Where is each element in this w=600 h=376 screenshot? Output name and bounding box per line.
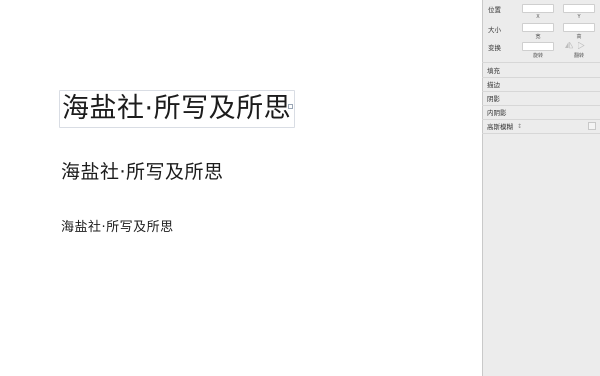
position-x-field[interactable] — [522, 4, 554, 13]
position-label: 位置 — [488, 6, 501, 14]
flip-horizontal-icon[interactable] — [565, 41, 573, 49]
position-y-caption: Y — [577, 14, 581, 20]
size-label: 大小 — [488, 26, 501, 34]
chevron-updown-icon[interactable]: ↕ — [517, 123, 522, 130]
position-y-field[interactable] — [563, 4, 595, 13]
section-inner-shadow[interactable]: 内阴影 — [482, 106, 600, 118]
section-shadow-label: 阴影 — [487, 95, 500, 103]
flip-caption: 翻转 — [573, 53, 584, 59]
text-layer-small[interactable]: 海盐社·所写及所思 — [61, 219, 174, 237]
height-field[interactable] — [563, 23, 595, 32]
resize-handle[interactable] — [288, 104, 293, 109]
text-layer-large-selected[interactable]: 海盐社·所写及所思 — [59, 90, 296, 128]
section-stroke[interactable]: 描边 — [482, 78, 600, 90]
position-x-caption: X — [536, 14, 540, 20]
height-caption: 高 — [576, 34, 582, 40]
width-field[interactable] — [522, 23, 554, 32]
blur-toggle-checkbox[interactable] — [588, 122, 596, 130]
divider — [482, 133, 600, 134]
section-fill[interactable]: 填充 — [482, 64, 600, 76]
section-inner-shadow-label: 内阴影 — [487, 109, 507, 117]
rotate-field[interactable] — [522, 42, 554, 51]
section-stroke-label: 描边 — [487, 81, 500, 89]
width-caption: 宽 — [535, 34, 541, 40]
text-layer-medium[interactable]: 海盐社·所写及所思 — [61, 159, 224, 185]
transform-label: 变换 — [488, 44, 501, 52]
app-window: 海盐社·所写及所思 海盐社·所写及所思 海盐社·所写及所思 位置 大小 变换 X… — [0, 0, 600, 376]
divider — [482, 62, 600, 63]
rotate-caption: 旋转 — [532, 53, 543, 59]
section-gaussian-blur-label: 高斯模糊 — [487, 123, 513, 131]
section-shadow[interactable]: 阴影 — [482, 92, 600, 104]
section-gaussian-blur[interactable]: 高斯模糊 ↕ — [482, 120, 600, 132]
flip-buttons — [565, 41, 586, 49]
section-fill-label: 填充 — [487, 67, 500, 75]
flip-vertical-icon[interactable] — [578, 41, 586, 49]
design-canvas[interactable]: 海盐社·所写及所思 海盐社·所写及所思 海盐社·所写及所思 — [0, 0, 482, 376]
